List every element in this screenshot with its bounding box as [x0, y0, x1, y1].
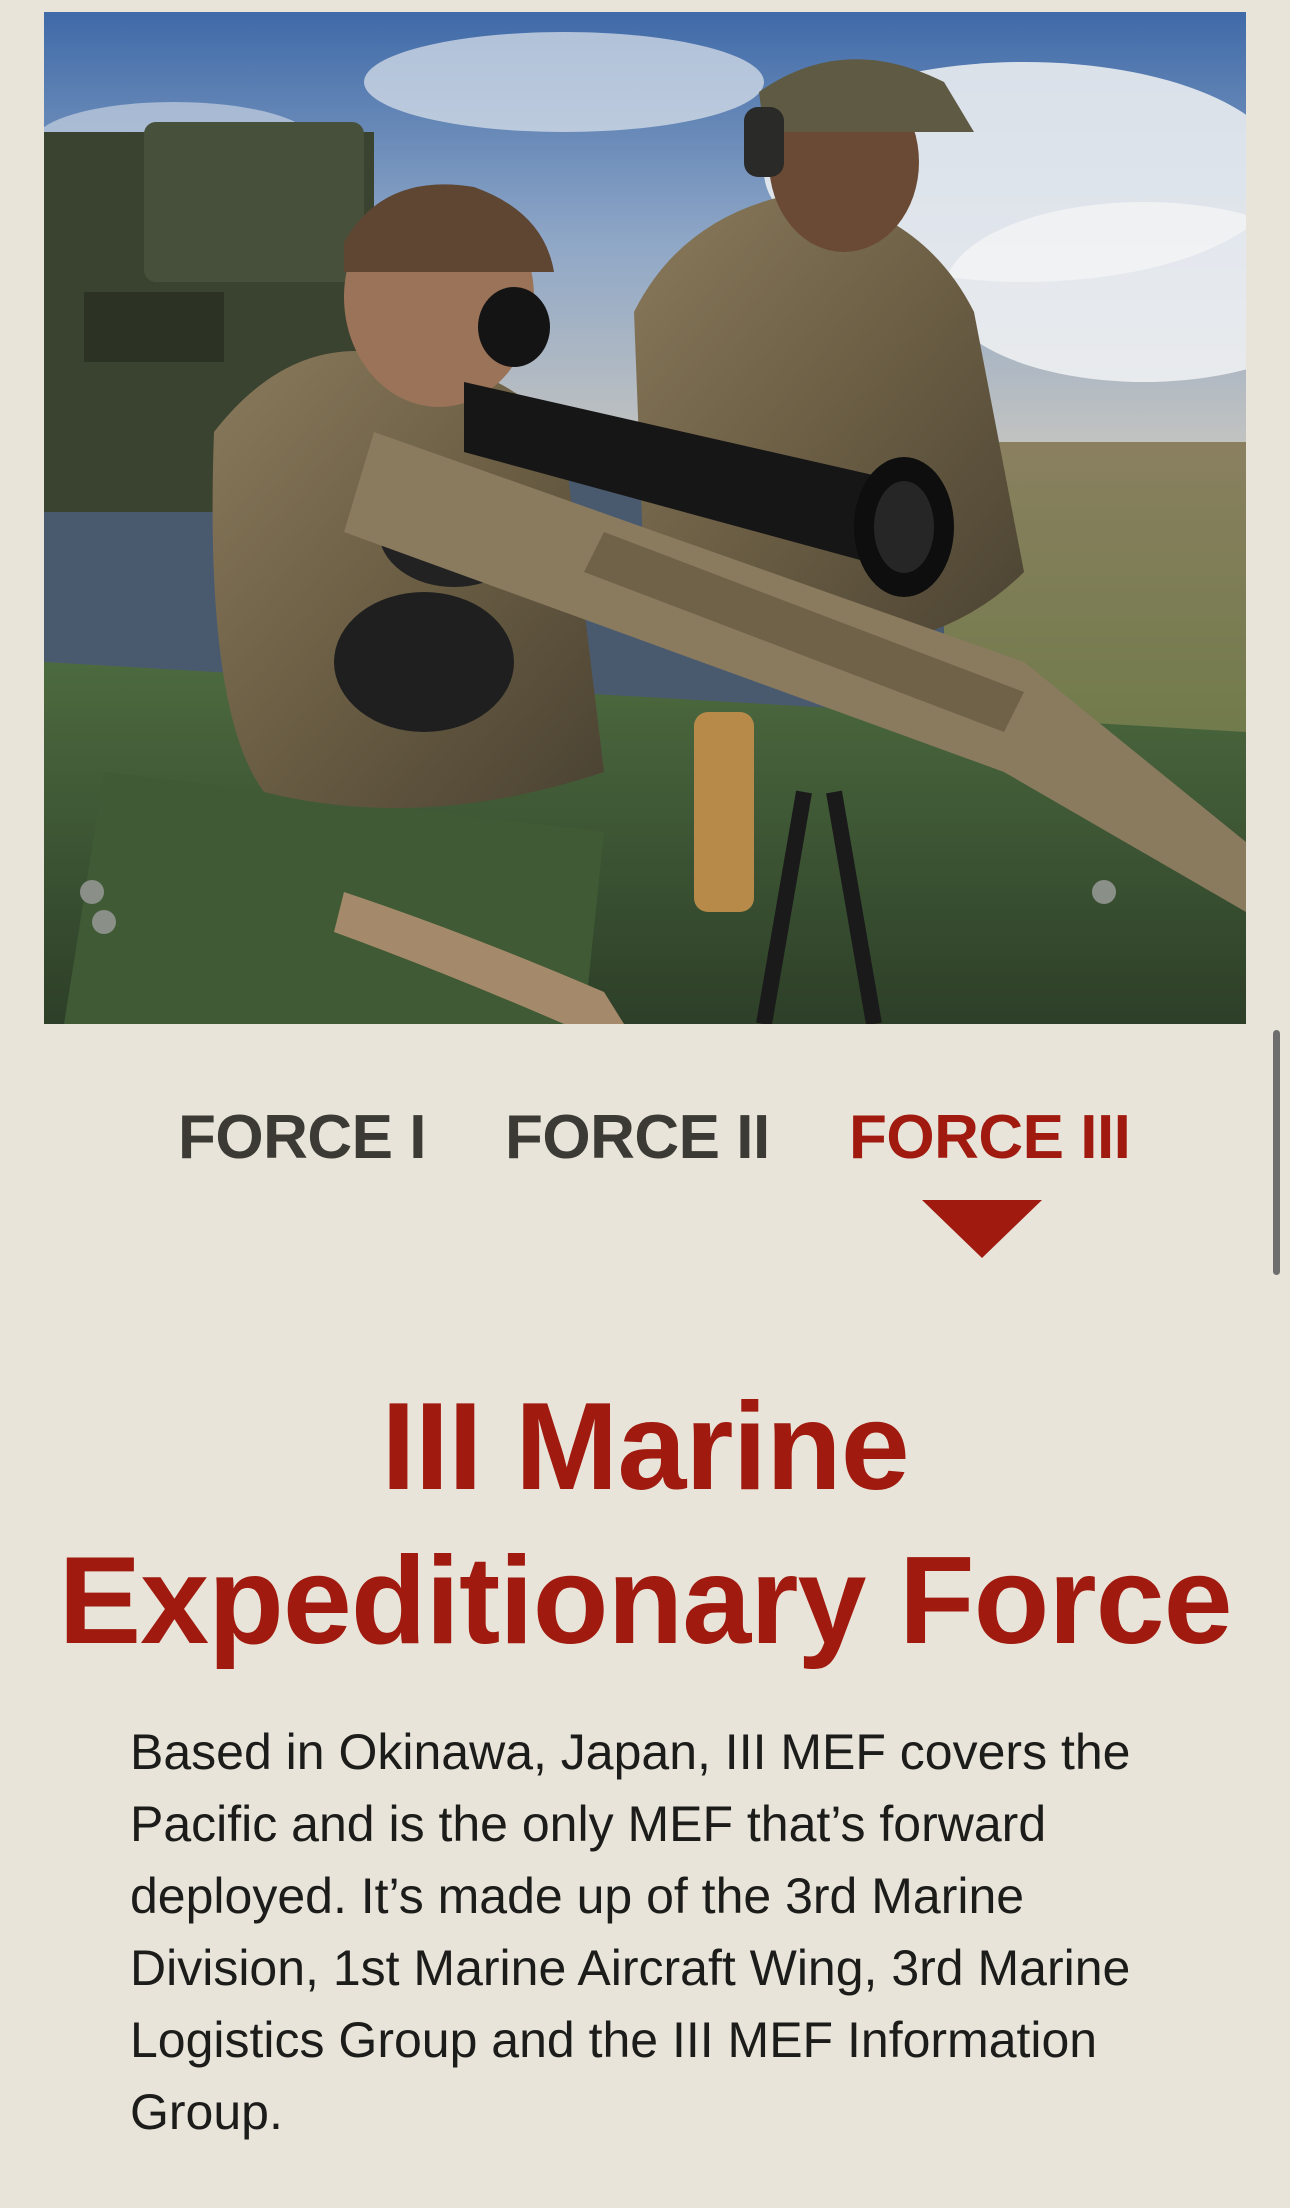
section-title: III Marine Expeditionary Force	[40, 1370, 1250, 1678]
active-tab-indicator-icon	[922, 1200, 1042, 1258]
section-title-line-1: III Marine	[381, 1378, 909, 1516]
section-description: Based in Okinawa, Japan, III MEF covers …	[130, 1724, 1131, 2140]
tab-force-iii[interactable]: FORCE III	[849, 1098, 1131, 1178]
tab-force-ii[interactable]: FORCE II	[505, 1098, 770, 1178]
force-tabs: FORCE I FORCE II FORCE III	[0, 1098, 1290, 1178]
section-title-line-2: Expeditionary Force	[58, 1532, 1232, 1670]
tab-force-i[interactable]: FORCE I	[178, 1098, 426, 1178]
hero-image	[44, 12, 1246, 1024]
